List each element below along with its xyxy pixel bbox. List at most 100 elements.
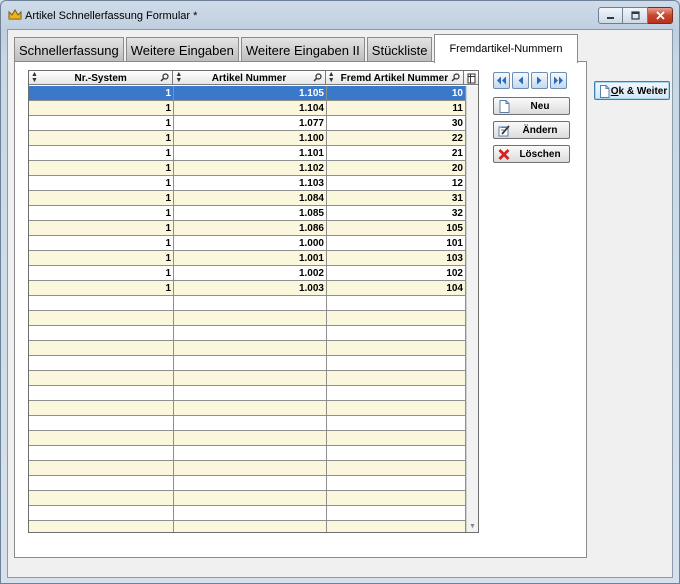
- empty-table-row[interactable]: [29, 476, 466, 491]
- cell-fremd-artikel-nummer[interactable]: [327, 371, 466, 385]
- empty-table-row[interactable]: [29, 506, 466, 521]
- cell-nr-system[interactable]: [29, 401, 174, 415]
- cell-artikel-nummer[interactable]: 1.077: [174, 116, 327, 130]
- tab-fremdartikel-nummern[interactable]: Fremdartikel-Nummern: [434, 34, 578, 63]
- cell-artikel-nummer[interactable]: [174, 491, 327, 505]
- column-header-nr-system[interactable]: ▲ ▼ Nr.-System: [29, 71, 174, 85]
- cell-artikel-nummer[interactable]: 1.003: [174, 281, 327, 295]
- empty-table-row[interactable]: [29, 431, 466, 446]
- cell-artikel-nummer[interactable]: [174, 476, 327, 490]
- table-row[interactable]: 1 1.000 101: [29, 236, 466, 251]
- cell-artikel-nummer[interactable]: 1.101: [174, 146, 327, 160]
- cell-nr-system[interactable]: [29, 386, 174, 400]
- empty-table-row[interactable]: [29, 521, 466, 532]
- empty-table-row[interactable]: [29, 371, 466, 386]
- cell-fremd-artikel-nummer[interactable]: [327, 356, 466, 370]
- tab-stueckliste[interactable]: Stückliste: [366, 37, 433, 62]
- table-row[interactable]: 1 1.084 31: [29, 191, 466, 206]
- cell-nr-system[interactable]: 1: [29, 281, 174, 295]
- empty-table-row[interactable]: [29, 296, 466, 311]
- cell-artikel-nummer[interactable]: 1.104: [174, 101, 327, 115]
- cell-artikel-nummer[interactable]: [174, 416, 327, 430]
- cell-nr-system[interactable]: 1: [29, 176, 174, 190]
- empty-table-row[interactable]: [29, 461, 466, 476]
- table-row[interactable]: 1 1.001 103: [29, 251, 466, 266]
- new-button[interactable]: Neu: [493, 97, 570, 115]
- cell-artikel-nummer[interactable]: 1.085: [174, 206, 327, 220]
- cell-nr-system[interactable]: 1: [29, 86, 174, 100]
- empty-table-row[interactable]: [29, 386, 466, 401]
- cell-artikel-nummer[interactable]: [174, 341, 327, 355]
- cell-nr-system[interactable]: 1: [29, 206, 174, 220]
- cell-fremd-artikel-nummer[interactable]: 11: [327, 101, 466, 115]
- cell-artikel-nummer[interactable]: [174, 506, 327, 520]
- cell-fremd-artikel-nummer[interactable]: [327, 521, 466, 532]
- cell-fremd-artikel-nummer[interactable]: 21: [327, 146, 466, 160]
- cell-artikel-nummer[interactable]: [174, 311, 327, 325]
- cell-fremd-artikel-nummer[interactable]: [327, 461, 466, 475]
- cell-fremd-artikel-nummer[interactable]: [327, 491, 466, 505]
- cell-nr-system[interactable]: [29, 341, 174, 355]
- cell-fremd-artikel-nummer[interactable]: 105: [327, 221, 466, 235]
- cell-fremd-artikel-nummer[interactable]: [327, 386, 466, 400]
- cell-nr-system[interactable]: [29, 296, 174, 310]
- table-row[interactable]: 1 1.086 105: [29, 221, 466, 236]
- cell-fremd-artikel-nummer[interactable]: 20: [327, 161, 466, 175]
- cell-nr-system[interactable]: [29, 506, 174, 520]
- cell-artikel-nummer[interactable]: 1.105: [174, 86, 327, 100]
- cell-artikel-nummer[interactable]: [174, 446, 327, 460]
- cell-artikel-nummer[interactable]: [174, 431, 327, 445]
- cell-artikel-nummer[interactable]: 1.103: [174, 176, 327, 190]
- cell-artikel-nummer[interactable]: 1.002: [174, 266, 327, 280]
- cell-nr-system[interactable]: [29, 446, 174, 460]
- cell-fremd-artikel-nummer[interactable]: 30: [327, 116, 466, 130]
- cell-fremd-artikel-nummer[interactable]: 10: [327, 86, 466, 100]
- cell-nr-system[interactable]: [29, 431, 174, 445]
- table-row[interactable]: 1 1.085 32: [29, 206, 466, 221]
- empty-table-row[interactable]: [29, 491, 466, 506]
- cell-fremd-artikel-nummer[interactable]: 103: [327, 251, 466, 265]
- cell-fremd-artikel-nummer[interactable]: [327, 401, 466, 415]
- table-row[interactable]: 1 1.002 102: [29, 266, 466, 281]
- cell-artikel-nummer[interactable]: [174, 401, 327, 415]
- table-row[interactable]: 1 1.103 12: [29, 176, 466, 191]
- cell-fremd-artikel-nummer[interactable]: [327, 326, 466, 340]
- empty-table-row[interactable]: [29, 401, 466, 416]
- cell-nr-system[interactable]: 1: [29, 221, 174, 235]
- cell-nr-system[interactable]: 1: [29, 146, 174, 160]
- column-header-artikel-nummer[interactable]: ▲ ▼ Artikel Nummer: [173, 71, 326, 85]
- cell-nr-system[interactable]: [29, 311, 174, 325]
- maximize-button[interactable]: [623, 7, 648, 24]
- empty-table-row[interactable]: [29, 356, 466, 371]
- cell-fremd-artikel-nummer[interactable]: [327, 416, 466, 430]
- cell-nr-system[interactable]: 1: [29, 236, 174, 250]
- cell-nr-system[interactable]: [29, 476, 174, 490]
- empty-table-row[interactable]: [29, 311, 466, 326]
- cell-fremd-artikel-nummer[interactable]: [327, 431, 466, 445]
- previous-record-button[interactable]: [512, 72, 529, 89]
- column-chooser-button[interactable]: [464, 71, 478, 85]
- cell-nr-system[interactable]: [29, 356, 174, 370]
- search-icon[interactable]: [313, 73, 322, 82]
- cell-fremd-artikel-nummer[interactable]: 32: [327, 206, 466, 220]
- cell-nr-system[interactable]: 1: [29, 161, 174, 175]
- cell-nr-system[interactable]: [29, 521, 174, 532]
- cell-nr-system[interactable]: 1: [29, 116, 174, 130]
- cell-nr-system[interactable]: [29, 416, 174, 430]
- table-row[interactable]: 1 1.077 30: [29, 116, 466, 131]
- cell-fremd-artikel-nummer[interactable]: 22: [327, 131, 466, 145]
- empty-table-row[interactable]: [29, 326, 466, 341]
- column-header-fremd-artikel-nummer[interactable]: ▲ ▼ Fremd Artikel Nummer: [326, 71, 465, 85]
- cell-artikel-nummer[interactable]: 1.000: [174, 236, 327, 250]
- table-row[interactable]: 1 1.003 104: [29, 281, 466, 296]
- cell-artikel-nummer[interactable]: [174, 521, 327, 532]
- delete-button[interactable]: Löschen: [493, 145, 570, 163]
- edit-button[interactable]: Ändern: [493, 121, 570, 139]
- close-button[interactable]: [648, 7, 673, 24]
- table-row[interactable]: 1 1.105 10: [29, 86, 466, 101]
- cell-nr-system[interactable]: 1: [29, 101, 174, 115]
- ok-and-continue-button[interactable]: Ok & Weiter: [594, 81, 670, 100]
- cell-nr-system[interactable]: [29, 326, 174, 340]
- cell-nr-system[interactable]: [29, 491, 174, 505]
- cell-fremd-artikel-nummer[interactable]: [327, 311, 466, 325]
